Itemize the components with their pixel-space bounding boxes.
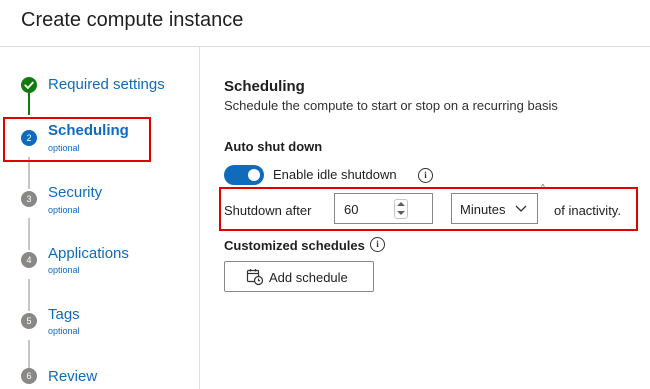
- highlight-box-shutdown-row: [219, 187, 638, 231]
- title-bar: Create compute instance: [0, 0, 650, 47]
- step-connector: [28, 279, 30, 311]
- page-title: Create compute instance: [21, 9, 244, 31]
- check-icon: [21, 77, 37, 93]
- highlight-box-current-step: [3, 117, 151, 162]
- step-label: Applications: [48, 245, 129, 262]
- add-schedule-button[interactable]: Add schedule: [224, 261, 374, 292]
- step-number: 6: [21, 368, 37, 384]
- section-title: Scheduling: [224, 78, 305, 95]
- step-optional-label: optional: [48, 205, 80, 215]
- step-optional-label: optional: [48, 326, 80, 336]
- section-description: Schedule the compute to start or stop on…: [224, 98, 558, 113]
- auto-shutdown-label: Auto shut down: [224, 139, 323, 154]
- step-connector: [28, 218, 30, 250]
- step-label: Required settings: [48, 76, 165, 93]
- step-number: 5: [21, 313, 37, 329]
- step-label: Security: [48, 184, 103, 201]
- step-number: 3: [21, 191, 37, 207]
- idle-shutdown-label: Enable idle shutdown: [273, 167, 397, 182]
- step-optional-label: optional: [48, 265, 80, 275]
- info-icon[interactable]: i: [370, 237, 385, 252]
- step-label: Tags: [48, 306, 80, 323]
- step-label: Review: [48, 368, 98, 385]
- idle-shutdown-toggle[interactable]: [224, 165, 264, 185]
- step-connector: [28, 93, 30, 115]
- info-icon[interactable]: i: [418, 168, 433, 183]
- calendar-clock-icon: [246, 269, 264, 286]
- wizard-steps-nav: Required settings 2 Scheduling optional …: [0, 47, 200, 389]
- add-schedule-label: Add schedule: [269, 270, 348, 285]
- step-connector: [28, 340, 30, 371]
- step-number: 4: [21, 252, 37, 268]
- toggle-knob: [248, 169, 260, 181]
- customized-schedules-label: Customized schedules: [224, 238, 365, 253]
